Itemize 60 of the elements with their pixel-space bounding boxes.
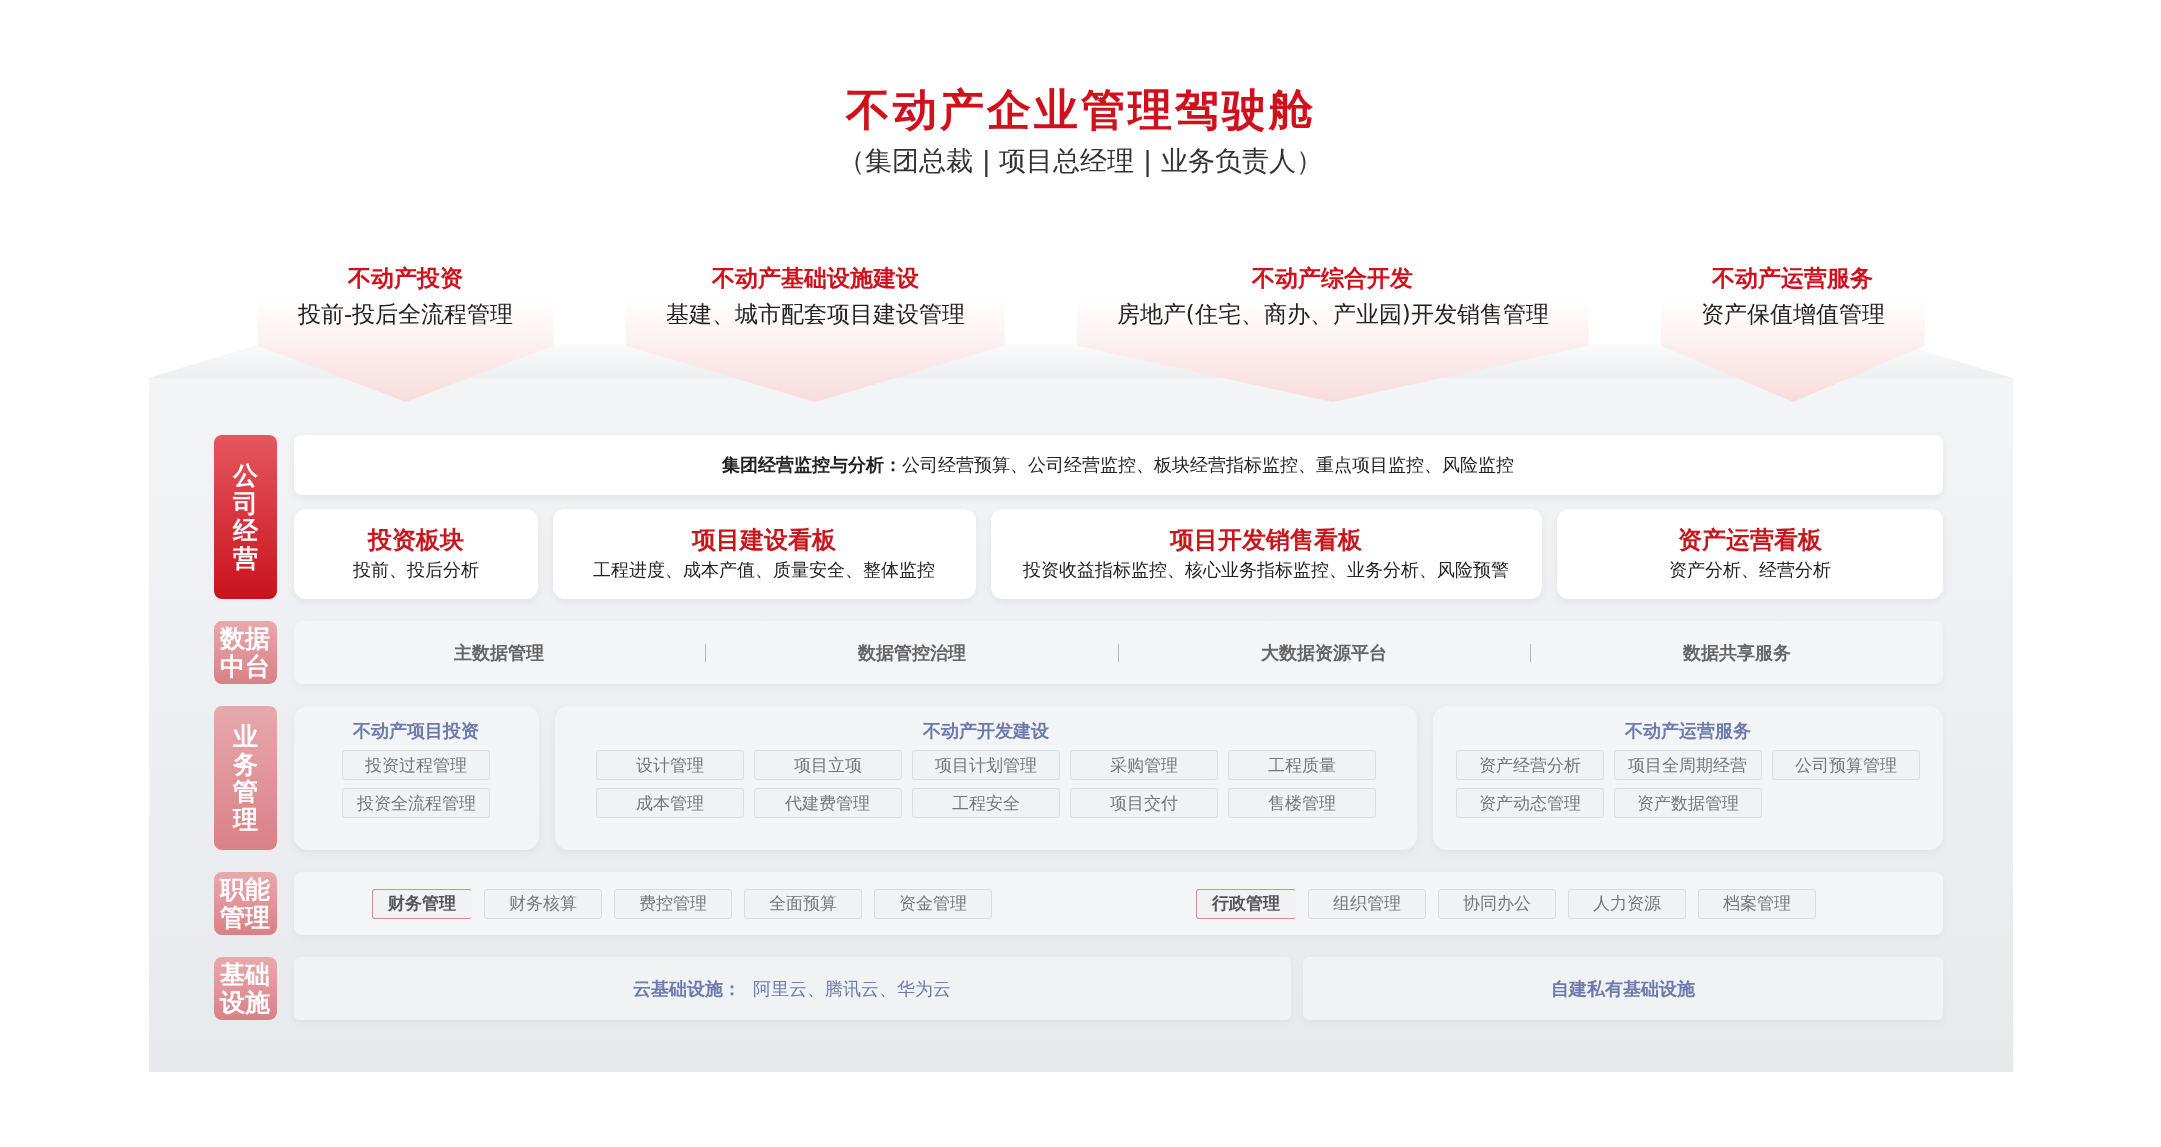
function-tag: 资金管理 [873, 888, 992, 919]
module-tag: 资产经营分析 [1455, 750, 1604, 780]
module-tag: 工程安全 [911, 788, 1060, 818]
data-service: 数据管控治理 [856, 640, 967, 665]
panel-title: 不动产项目投资 [353, 719, 480, 743]
module-tag: 项目交付 [1069, 788, 1218, 818]
layer-label: 职能管理 [213, 872, 277, 935]
data-service: 大数据资源平台 [1260, 640, 1389, 665]
module-tag: 设计管理 [595, 750, 744, 780]
function-tag: 档案管理 [1698, 888, 1816, 919]
module-tag: 资产数据管理 [1613, 788, 1762, 818]
dashboard-description: 工程进度、成本产值、质量安全、整体监控 [593, 558, 936, 582]
group-tag: 财务管理 [371, 888, 472, 919]
module-tag: 项目计划管理 [911, 750, 1060, 780]
dashboard-description: 投前、投后分析 [352, 558, 479, 582]
module-tag: 采购管理 [1069, 750, 1218, 780]
module-tag: 售楼管理 [1227, 788, 1376, 818]
category-title: 不动产综合开发 [1252, 264, 1414, 293]
dashboard-title: 资产运营看板 [1677, 525, 1822, 556]
function-tag: 财务核算 [483, 888, 602, 919]
module-tag: 代建费管理 [753, 788, 902, 818]
layer-label: 数据中台 [213, 621, 277, 684]
category-title: 不动产基础设施建设 [711, 264, 919, 293]
panel-title: 不动产开发建设 [922, 719, 1049, 743]
private-infrastructure-text: 自建私有基础设施 [1550, 976, 1695, 1001]
module-tag: 公司预算管理 [1771, 750, 1920, 780]
function-tag: 组织管理 [1308, 888, 1426, 919]
cloud-infrastructure-text: 云基础设施： 阿里云、腾讯云、华为云 [633, 976, 951, 1001]
category-title: 不动产运营服务 [1712, 264, 1874, 293]
category-description: 投前-投后全流程管理 [298, 300, 514, 329]
module-tag: 资产动态管理 [1455, 788, 1604, 818]
layer-label: 基础设施 [213, 957, 277, 1020]
layer-label: 业务管理 [213, 706, 277, 850]
module-tag: 项目全周期经营 [1613, 750, 1762, 780]
page-title: 不动产企业管理驾驶舱 [845, 83, 1316, 137]
module-tag: 投资全流程管理 [342, 788, 491, 818]
category-description: 房地产(住宅、商办、产业园)开发销售管理 [1116, 300, 1549, 329]
module-tag: 项目立项 [753, 750, 902, 780]
function-tag: 协同办公 [1438, 888, 1556, 919]
panel-title: 不动产运营服务 [1624, 719, 1751, 743]
module-tag: 成本管理 [595, 788, 744, 818]
data-service: 数据共享服务 [1681, 640, 1792, 665]
dashboard-description: 投资收益指标监控、核心业务指标监控、业务分析、风险预警 [1023, 558, 1510, 582]
category-description: 基建、城市配套项目建设管理 [665, 300, 965, 329]
function-tag: 人力资源 [1568, 888, 1686, 919]
function-tag: 全面预算 [743, 888, 862, 919]
dashboard-title: 投资板块 [367, 525, 464, 556]
layer-label: 公司经营 [213, 435, 277, 599]
dashboard-description: 资产分析、经营分析 [1668, 558, 1831, 582]
banner-text: 集团经营监控与分析：公司经营预算、公司经营监控、板块经营指标监控、重点项目监控、风险监控 [722, 453, 1514, 477]
function-tag: 费控管理 [613, 888, 732, 919]
module-tag: 投资过程管理 [342, 750, 491, 780]
group-tag: 行政管理 [1196, 888, 1296, 919]
category-description: 资产保值增值管理 [1700, 300, 1885, 329]
data-service: 主数据管理 [453, 640, 546, 665]
dashboard-title: 项目建设看板 [692, 525, 837, 556]
module-tag: 工程质量 [1227, 750, 1376, 780]
category-title: 不动产投资 [348, 264, 464, 293]
page-subtitle: （集团总裁 | 项目总经理 | 业务负责人） [838, 144, 1323, 179]
dashboard-title: 项目开发销售看板 [1170, 525, 1363, 556]
